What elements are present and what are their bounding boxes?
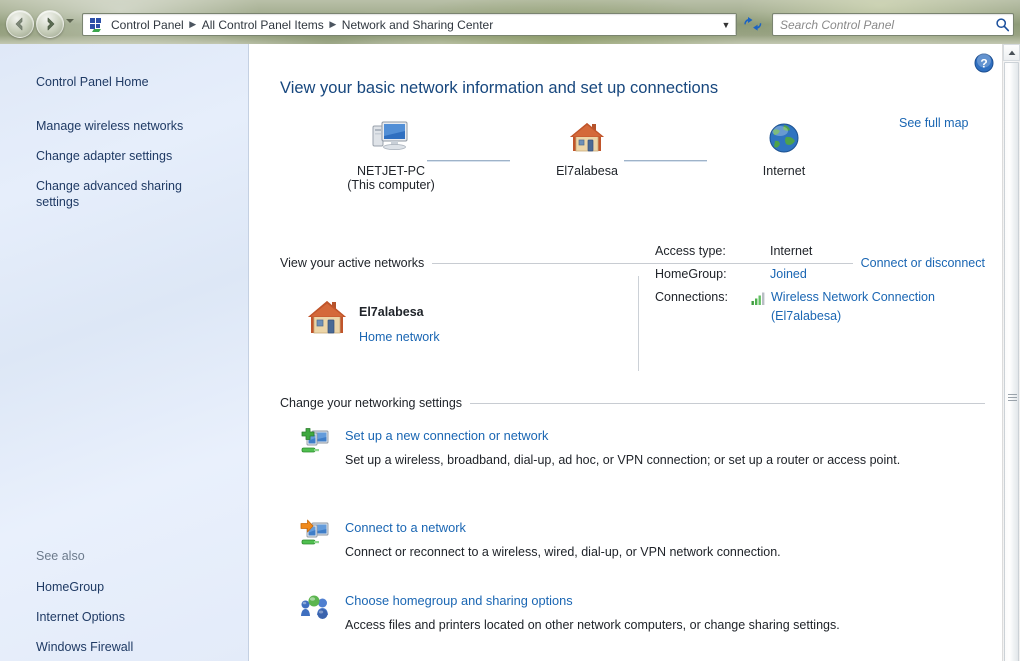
chevron-down-icon[interactable]: ▼ — [717, 20, 735, 30]
scroll-up-button[interactable] — [1003, 44, 1020, 61]
vertical-scrollbar[interactable] — [1002, 44, 1020, 661]
computer-icon — [331, 114, 451, 158]
help-icon: ? — [974, 53, 994, 73]
map-node-label: El7alabesa — [556, 164, 618, 178]
map-node-internet[interactable]: Internet — [724, 114, 844, 178]
map-link-2 — [624, 160, 707, 162]
search-box[interactable]: Search Control Panel — [772, 13, 1014, 36]
connect-or-disconnect-link[interactable]: Connect or disconnect — [861, 256, 985, 270]
back-arrow-icon — [15, 17, 23, 31]
map-node-sublabel: (This computer) — [347, 178, 435, 192]
breadcrumb-item-1[interactable]: All Control Panel Items — [199, 16, 327, 34]
connections-value: Wireless Network Connection (El7alabesa) — [751, 288, 935, 326]
task-description: Connect or reconnect to a wireless, wire… — [345, 545, 781, 559]
active-network-house-icon — [305, 297, 349, 342]
sidebar-item-manage-wireless-networks[interactable]: Manage wireless networks — [36, 118, 236, 134]
scrollbar-thumb[interactable] — [1004, 62, 1019, 661]
window-titlebar: Control Panel ▶ All Control Panel Items … — [0, 0, 1020, 44]
new-connection-icon — [299, 427, 331, 459]
sidebar-item-homegroup[interactable]: HomeGroup — [36, 579, 236, 595]
active-network-divider — [638, 276, 639, 371]
task-description: Access files and printers located on oth… — [345, 618, 840, 632]
networking-settings-title: Change your networking settings — [280, 396, 463, 410]
active-networks-header: View your active networks Connect or dis… — [280, 256, 985, 270]
section-rule — [470, 402, 985, 404]
active-network-type-link[interactable]: Home network — [359, 330, 440, 344]
control-panel-icon — [88, 17, 104, 33]
globe-icon — [724, 114, 844, 158]
breadcrumb-item-0[interactable]: Control Panel — [108, 16, 187, 34]
task-link[interactable]: Set up a new connection or network — [345, 428, 548, 443]
homegroup-label: HomeGroup: — [655, 267, 727, 281]
active-networks-title: View your active networks — [280, 256, 425, 270]
help-button[interactable]: ? — [974, 53, 994, 73]
address-bar[interactable]: Control Panel ▶ All Control Panel Items … — [82, 13, 737, 36]
sidebar: Control Panel Home Manage wireless netwo… — [0, 44, 249, 661]
forward-button[interactable] — [36, 10, 64, 38]
wifi-signal-icon — [751, 288, 766, 306]
homegroup-icon — [299, 592, 331, 624]
task-link[interactable]: Choose homegroup and sharing options — [345, 593, 573, 608]
see-full-map-link[interactable]: See full map — [899, 116, 968, 130]
homegroup-value-link[interactable]: Joined — [770, 267, 807, 281]
breadcrumb-item-2[interactable]: Network and Sharing Center — [339, 16, 496, 34]
breadcrumb-separator[interactable]: ▶ — [187, 20, 199, 29]
access-type-label: Access type: — [655, 244, 726, 258]
forward-arrow-icon — [47, 17, 55, 31]
search-icon — [991, 17, 1013, 32]
connections-label: Connections: — [655, 290, 728, 304]
sidebar-item-control-panel-home[interactable]: Control Panel Home — [36, 74, 236, 90]
connection-name-line1: Wireless Network Connection — [771, 290, 935, 304]
address-divider — [735, 15, 736, 34]
sidebar-item-internet-options[interactable]: Internet Options — [36, 609, 236, 625]
chevron-up-icon — [1008, 50, 1015, 55]
task-link[interactable]: Connect to a network — [345, 520, 466, 535]
access-type-value: Internet — [770, 244, 813, 258]
active-network-name: El7alabesa — [359, 305, 424, 319]
back-button[interactable] — [6, 10, 34, 38]
task-description: Set up a wireless, broadband, dial-up, a… — [345, 453, 901, 467]
map-node-label: NETJET-PC — [356, 164, 426, 178]
sidebar-item-change-advanced-sharing-settings[interactable]: Change advanced sharing settings — [36, 178, 221, 210]
house-icon — [527, 114, 647, 158]
main-panel: ? View your basic network information an… — [249, 44, 1020, 661]
connection-name-line2: (El7alabesa) — [771, 309, 842, 323]
map-link-1 — [427, 160, 510, 162]
sidebar-item-windows-firewall[interactable]: Windows Firewall — [36, 639, 236, 655]
see-also-heading: See also — [36, 549, 85, 563]
refresh-button[interactable] — [740, 13, 766, 34]
map-node-network[interactable]: El7alabesa — [527, 114, 647, 178]
map-node-label: Internet — [762, 164, 806, 178]
connection-name-link[interactable]: Wireless Network Connection (El7alabesa) — [771, 288, 935, 326]
breadcrumb-separator[interactable]: ▶ — [327, 20, 339, 29]
section-rule — [432, 262, 853, 264]
sidebar-item-change-adapter-settings[interactable]: Change adapter settings — [36, 148, 236, 164]
networking-settings-header: Change your networking settings — [280, 396, 985, 410]
map-node-computer[interactable]: NETJET-PC (This computer) — [331, 114, 451, 192]
refresh-icon — [744, 16, 762, 31]
recent-pages-button[interactable] — [66, 19, 74, 23]
svg-text:?: ? — [980, 57, 987, 71]
network-map: NETJET-PC (This computer) El7alabesa Int… — [249, 114, 989, 192]
search-input[interactable]: Search Control Panel — [773, 18, 991, 32]
scrollbar-grip — [1008, 394, 1017, 401]
window-content: Control Panel Home Manage wireless netwo… — [0, 44, 1020, 661]
page-title: View your basic network information and … — [280, 79, 719, 97]
connect-network-icon — [299, 519, 331, 551]
